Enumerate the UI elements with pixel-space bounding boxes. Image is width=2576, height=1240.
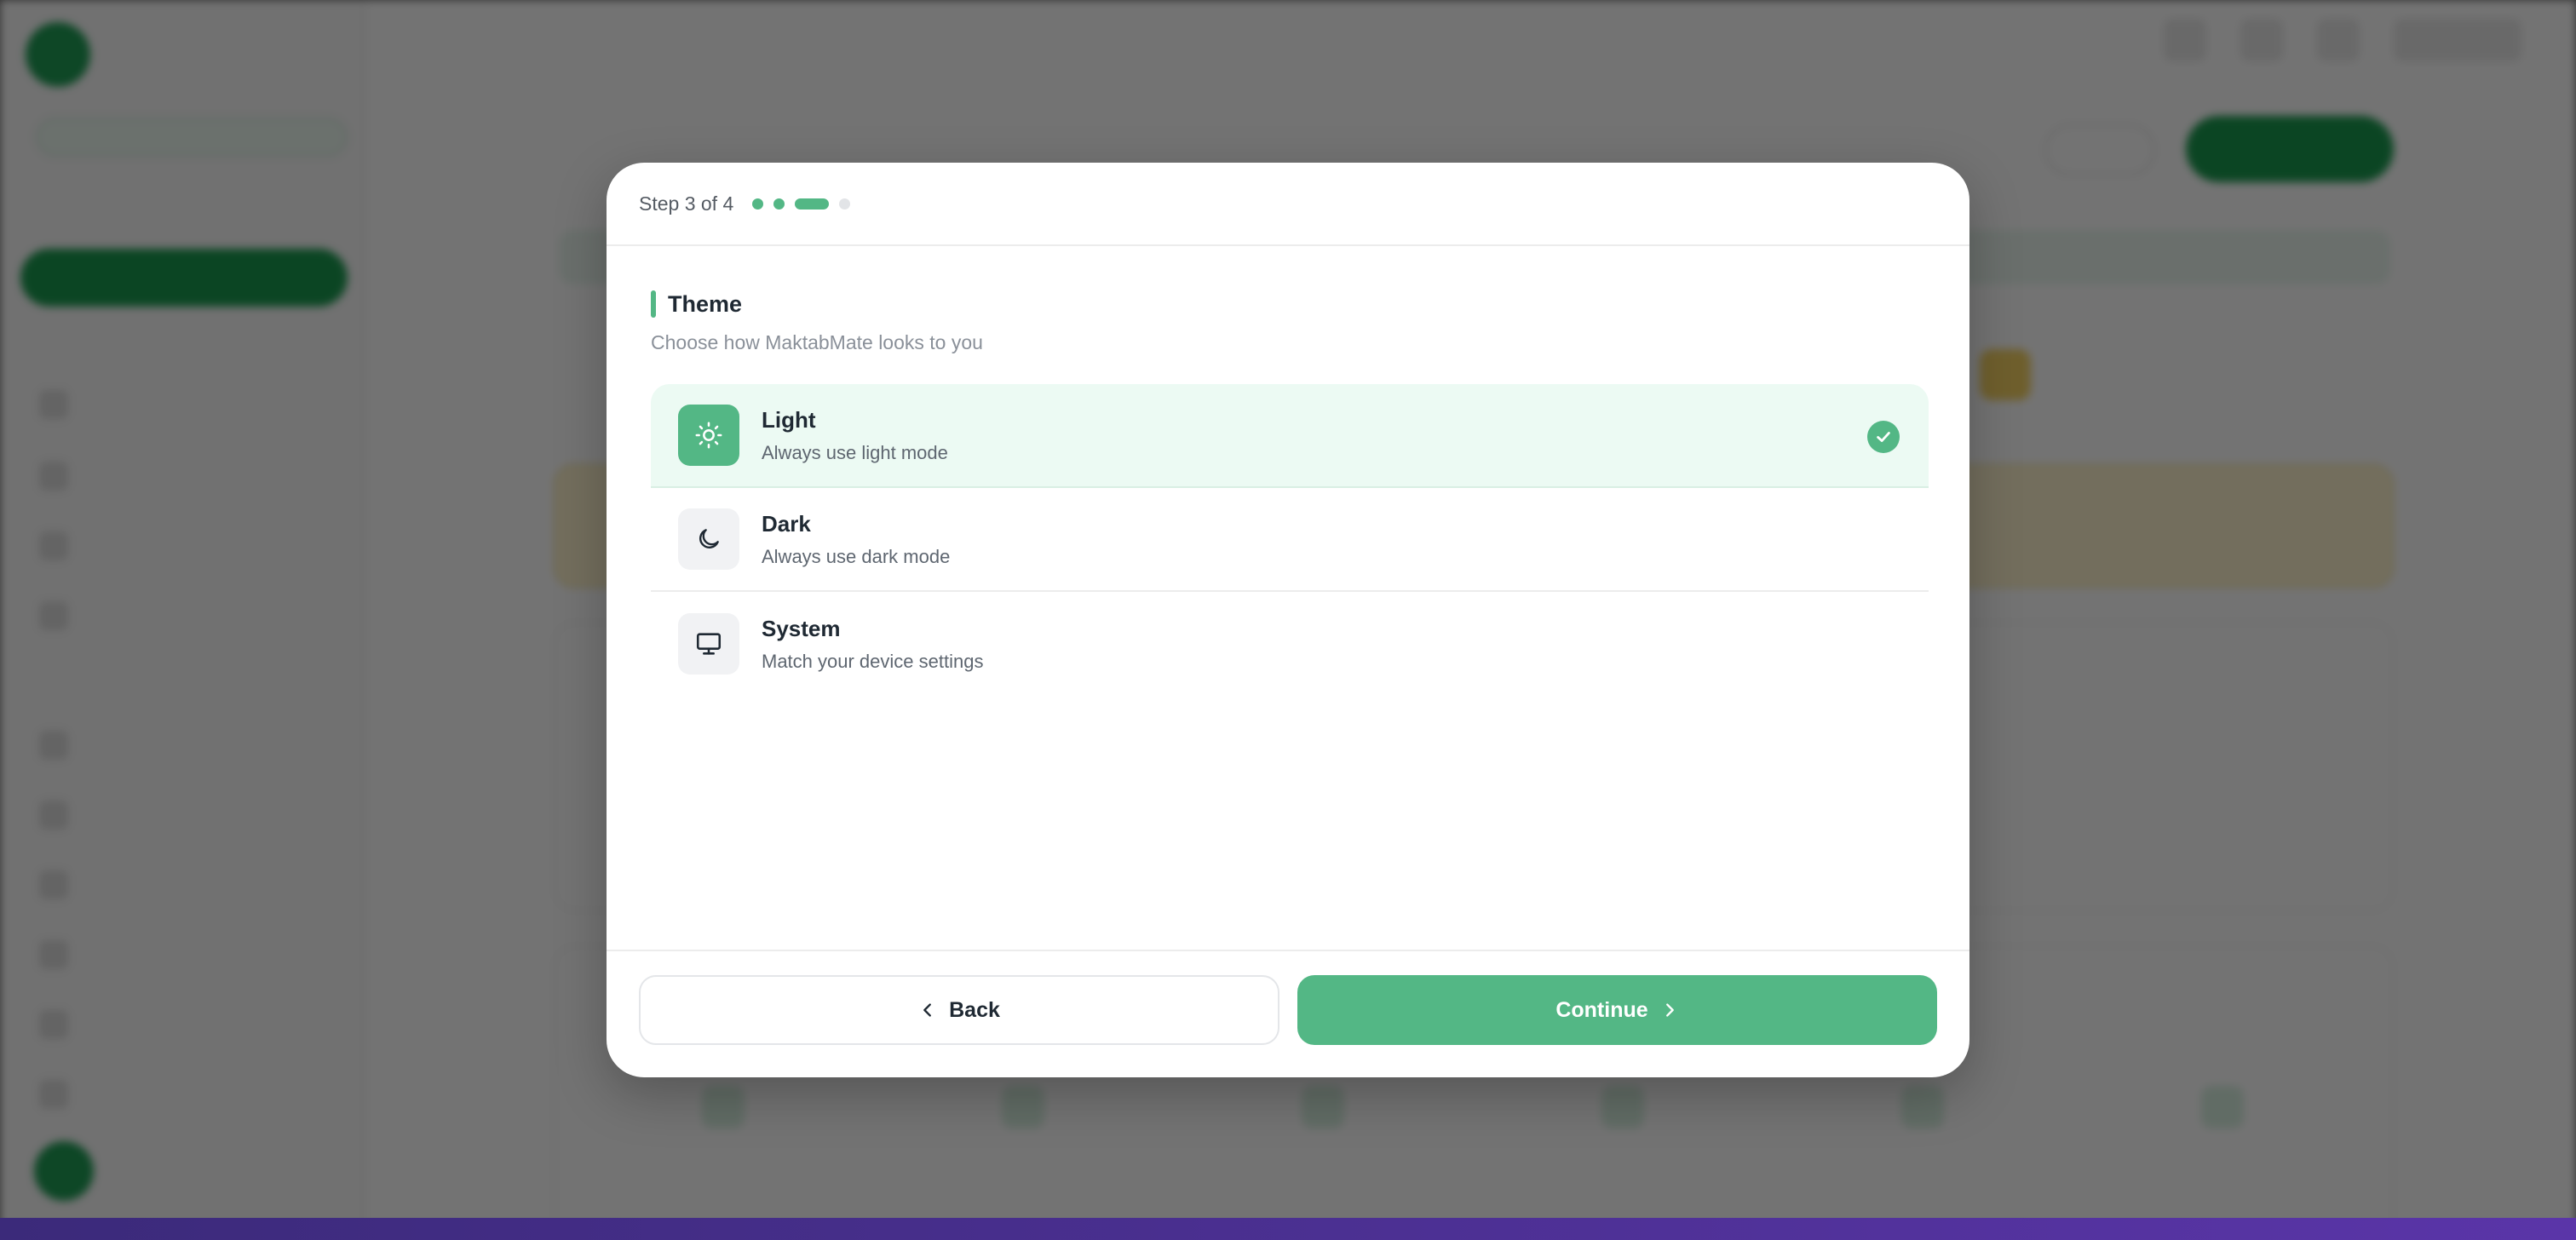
step-dot-2 xyxy=(773,198,785,210)
chevron-left-icon xyxy=(923,1003,932,1017)
theme-option-title: Dark xyxy=(762,510,811,537)
onboarding-modal: Step 3 of 4 Theme Choose how MaktabMate … xyxy=(607,163,1969,1077)
check-icon xyxy=(1867,421,1900,453)
step-dot-4 xyxy=(839,198,851,210)
section-title: Theme xyxy=(668,290,743,317)
moon-icon xyxy=(678,508,739,570)
theme-option-description: Always use light mode xyxy=(762,441,948,463)
section-heading: Theme xyxy=(651,290,742,318)
theme-options: Light Always use light mode Dark Always … xyxy=(651,384,1929,696)
step-indicator xyxy=(752,198,851,210)
chevron-right-icon xyxy=(1665,1003,1674,1017)
theme-option-light[interactable]: Light Always use light mode xyxy=(651,384,1929,488)
modal-header: Step 3 of 4 xyxy=(607,163,1969,246)
step-dot-3 xyxy=(795,198,830,210)
continue-button-label: Continue xyxy=(1555,997,1648,1022)
desktop-edge xyxy=(0,1218,2576,1240)
back-button[interactable]: Back xyxy=(639,975,1279,1045)
step-label: Step 3 of 4 xyxy=(639,192,734,215)
theme-option-title: Light xyxy=(762,406,816,433)
theme-option-description: Match your device settings xyxy=(762,650,984,672)
continue-button[interactable]: Continue xyxy=(1297,975,1937,1045)
theme-option-system[interactable]: System Match your device settings xyxy=(651,592,1929,696)
theme-option-dark[interactable]: Dark Always use dark mode xyxy=(651,488,1929,592)
section-accent-bar xyxy=(651,290,656,318)
step-dot-1 xyxy=(752,198,764,210)
modal-footer: Back Continue xyxy=(607,950,1969,1077)
section-subtitle: Choose how MaktabMate looks to you xyxy=(651,331,983,353)
theme-option-description: Always use dark mode xyxy=(762,545,951,567)
theme-option-title: System xyxy=(762,615,841,641)
sun-icon xyxy=(678,405,739,466)
monitor-icon xyxy=(678,613,739,675)
back-button-label: Back xyxy=(949,997,1000,1022)
